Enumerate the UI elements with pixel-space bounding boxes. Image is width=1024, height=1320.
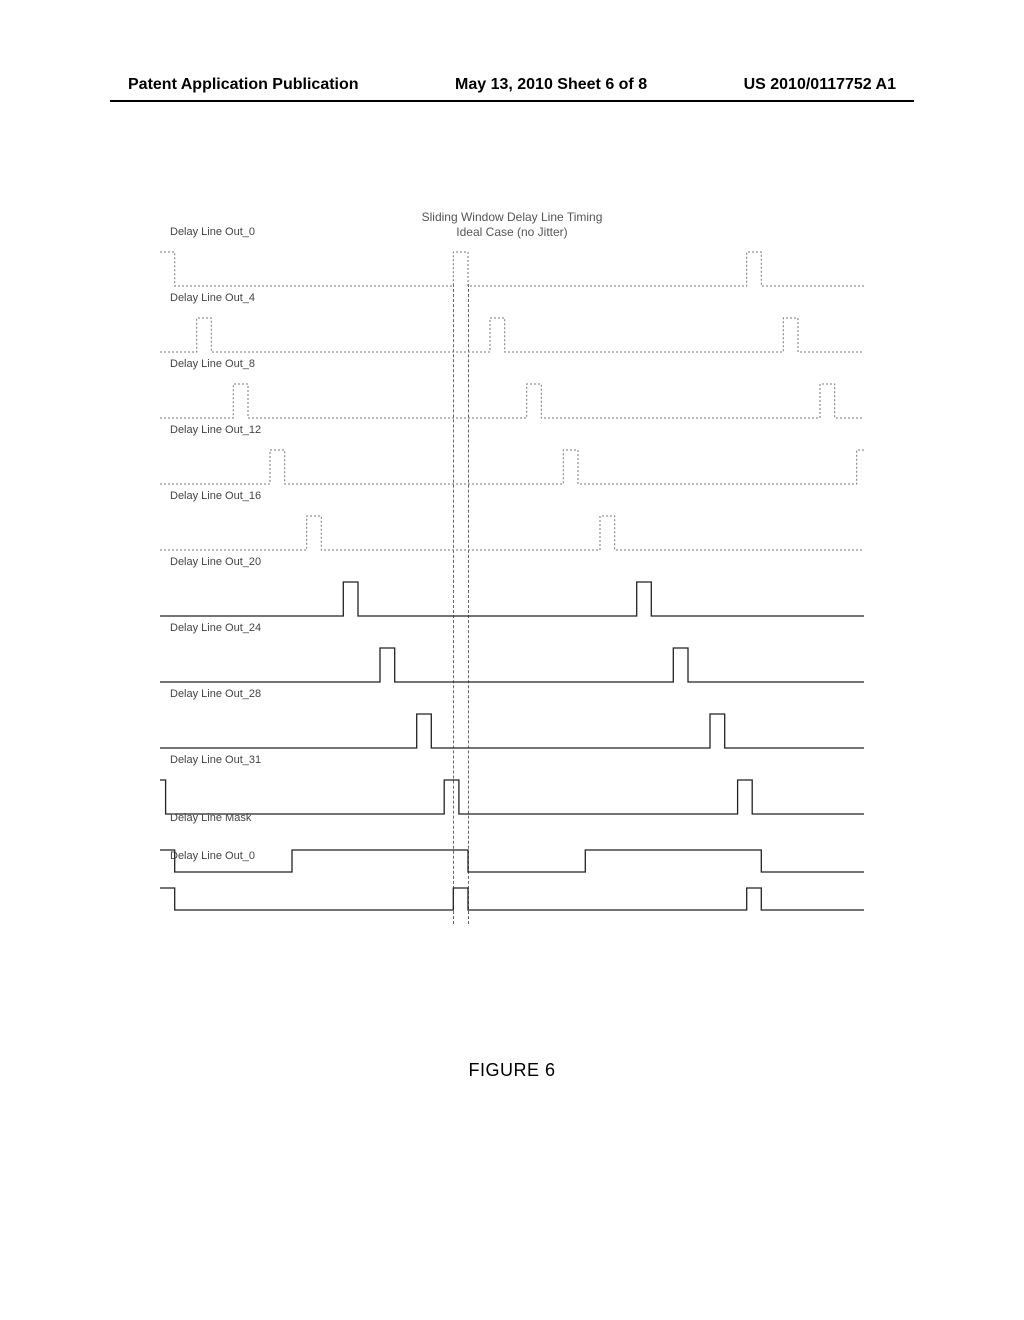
wave-row: Delay Line Out_0 [160, 244, 864, 296]
figure-caption: FIGURE 6 [0, 1060, 1024, 1081]
wave-label: Delay Line Out_20 [170, 556, 261, 568]
wave-label: Delay Line Out_31 [170, 754, 261, 766]
wave-path [160, 318, 864, 352]
header-center: May 13, 2010 Sheet 6 of 8 [455, 76, 647, 94]
wave-label: Delay Line Mask [170, 812, 251, 824]
header-rule [110, 100, 914, 102]
figure-6: Sliding Window Delay Line Timing Ideal C… [160, 210, 864, 984]
wave-svg [160, 706, 864, 758]
wave-svg [160, 442, 864, 494]
page-header: Patent Application Publication May 13, 2… [0, 76, 1024, 94]
wave-label: Delay Line Out_8 [170, 358, 255, 370]
wave-svg [160, 868, 864, 920]
wave-path [160, 714, 864, 748]
wave-row: Delay Line Out_16 [160, 508, 864, 560]
wave-label: Delay Line Out_4 [170, 292, 255, 304]
wave-svg [160, 772, 864, 824]
figure-title: Sliding Window Delay Line Timing Ideal C… [160, 210, 864, 240]
wave-label: Delay Line Out_12 [170, 424, 261, 436]
wave-svg [160, 244, 864, 296]
timing-diagram: Delay Line Out_0Delay Line Out_4Delay Li… [160, 244, 864, 984]
header-right: US 2010/0117752 A1 [744, 76, 896, 94]
wave-path [160, 450, 864, 484]
header-left: Patent Application Publication [128, 76, 359, 94]
wave-svg [160, 640, 864, 692]
wave-svg [160, 310, 864, 362]
wave-label: Delay Line Out_0 [170, 850, 255, 862]
wave-row: Delay Line Out_24 [160, 640, 864, 692]
wave-path [160, 648, 864, 682]
wave-path [160, 582, 864, 616]
wave-path [160, 252, 864, 286]
wave-row: Delay Line Out_20 [160, 574, 864, 626]
wave-svg [160, 376, 864, 428]
wave-row: Delay Line Out_0 [160, 868, 864, 920]
figure-title-line2: Ideal Case (no Jitter) [456, 225, 567, 239]
wave-path [160, 516, 864, 550]
wave-label: Delay Line Out_28 [170, 688, 261, 700]
wave-label: Delay Line Out_24 [170, 622, 261, 634]
wave-row: Delay Line Out_4 [160, 310, 864, 362]
figure-title-line1: Sliding Window Delay Line Timing [422, 210, 603, 224]
wave-svg [160, 508, 864, 560]
wave-row: Delay Line Out_8 [160, 376, 864, 428]
wave-label: Delay Line Out_16 [170, 490, 261, 502]
wave-row: Delay Line Out_31 [160, 772, 864, 824]
wave-path [160, 888, 864, 910]
wave-path [160, 780, 864, 814]
wave-row: Delay Line Out_28 [160, 706, 864, 758]
wave-label: Delay Line Out_0 [170, 226, 255, 238]
wave-row: Delay Line Out_12 [160, 442, 864, 494]
wave-path [160, 384, 864, 418]
wave-svg [160, 574, 864, 626]
